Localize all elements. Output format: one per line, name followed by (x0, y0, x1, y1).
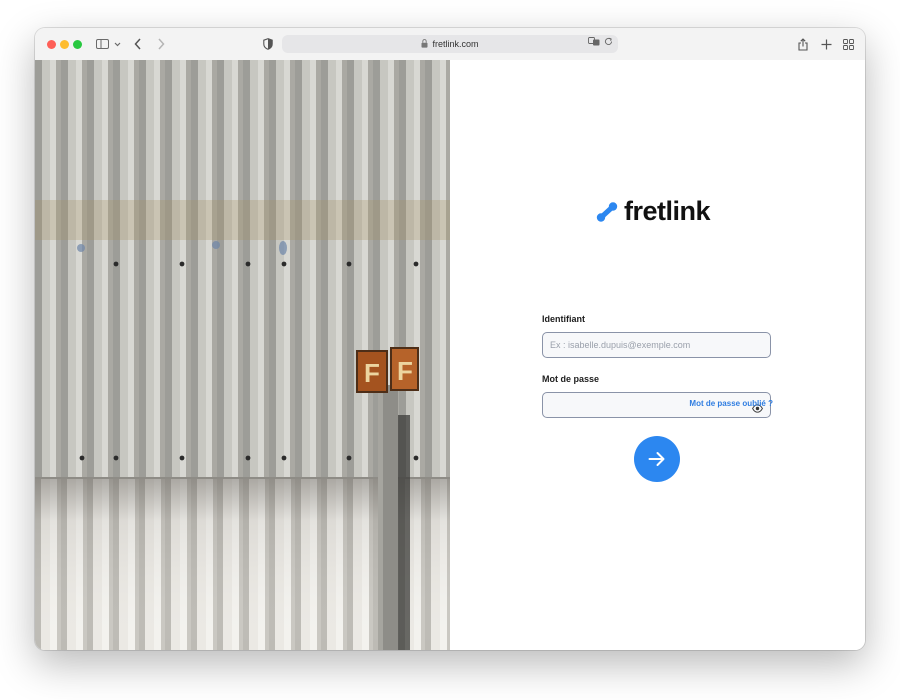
sign-letter-right: F (397, 356, 413, 386)
brand-logo: fretlink (596, 196, 711, 227)
forward-icon[interactable] (154, 34, 168, 54)
hero-photo: F F (35, 60, 450, 650)
submit-button[interactable] (634, 436, 680, 482)
minimize-window-button[interactable] (60, 40, 69, 49)
browser-toolbar: fretlink.com (35, 28, 865, 61)
close-window-button[interactable] (47, 40, 56, 49)
login-panel: fretlink Identifiant Mot de passe Mot de… (450, 60, 865, 650)
sign-letter-left: F (364, 358, 380, 388)
reload-icon[interactable] (604, 37, 613, 48)
sidebar-icon[interactable] (94, 34, 110, 54)
lock-icon (421, 38, 428, 50)
brand-name: fretlink (624, 196, 711, 226)
translate-icon[interactable] (588, 37, 600, 48)
arrow-right-icon (648, 452, 665, 466)
browser-window: fretlink.com F F fretlink Identifiant Ex… (35, 28, 865, 650)
zoom-window-button[interactable] (73, 40, 82, 49)
url-text: fretlink.com (432, 39, 479, 49)
chevron-down-icon[interactable] (113, 34, 121, 54)
username-label: Identifiant (542, 314, 585, 324)
share-icon[interactable] (796, 34, 810, 54)
username-field-box (542, 332, 771, 358)
shield-icon[interactable] (261, 34, 275, 54)
tab-overview-icon[interactable] (841, 34, 855, 54)
address-bar[interactable]: fretlink.com (282, 35, 618, 53)
forgot-password-link[interactable]: Mot de passe oublié ? (689, 399, 773, 408)
brand-mark-icon (596, 201, 618, 222)
username-input[interactable] (543, 333, 740, 357)
new-tab-icon[interactable] (819, 34, 833, 54)
password-label: Mot de passe (542, 374, 600, 384)
back-icon[interactable] (131, 34, 145, 54)
